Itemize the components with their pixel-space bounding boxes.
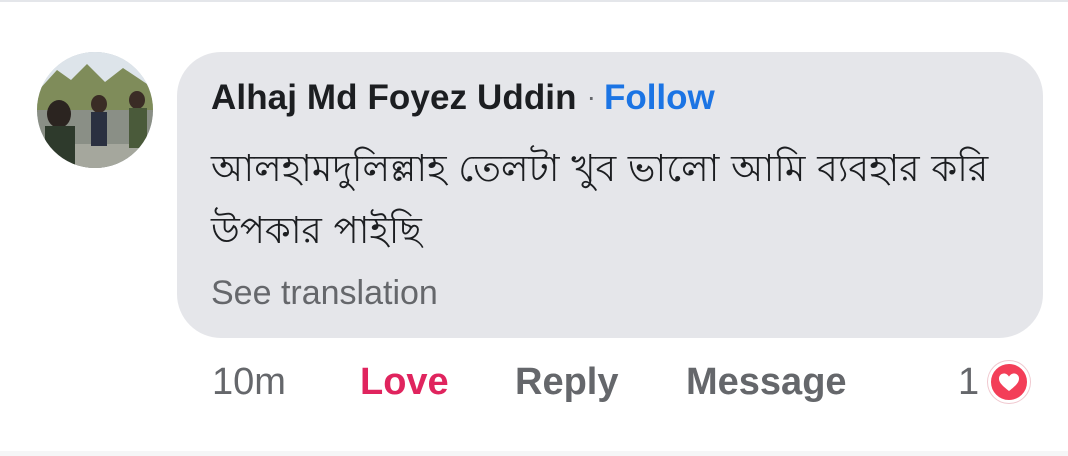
comment-actions: 10m Love Reply Message 1: [212, 357, 1052, 407]
reaction-count[interactable]: 1: [958, 357, 979, 407]
message-button[interactable]: Message: [686, 357, 847, 407]
divider: [0, 0, 1068, 2]
love-button[interactable]: Love: [360, 357, 449, 407]
comment-view: Alhaj Md Foyez Uddin · Follow আলহামদুলিল…: [0, 0, 1068, 456]
timestamp[interactable]: 10m: [212, 357, 286, 407]
avatar[interactable]: [37, 52, 153, 168]
follow-button[interactable]: Follow: [604, 78, 715, 118]
comment-bubble: Alhaj Md Foyez Uddin · Follow আলহামদুলিল…: [177, 52, 1043, 338]
heart-glyph: [999, 373, 1019, 391]
reply-button[interactable]: Reply: [515, 357, 618, 407]
heart-icon[interactable]: [988, 361, 1030, 403]
see-translation-link[interactable]: See translation: [211, 274, 438, 313]
separator-dot: ·: [586, 81, 596, 112]
comment-header: Alhaj Md Foyez Uddin · Follow: [211, 78, 1043, 126]
divider: [0, 451, 1068, 456]
avatar-photo: [37, 52, 153, 168]
comment-text: আলহামদুলিল্লাহ তেলটা খুব ভালো আমি ব্যবহা…: [211, 147, 989, 252]
author-name[interactable]: Alhaj Md Foyez Uddin: [211, 78, 577, 118]
